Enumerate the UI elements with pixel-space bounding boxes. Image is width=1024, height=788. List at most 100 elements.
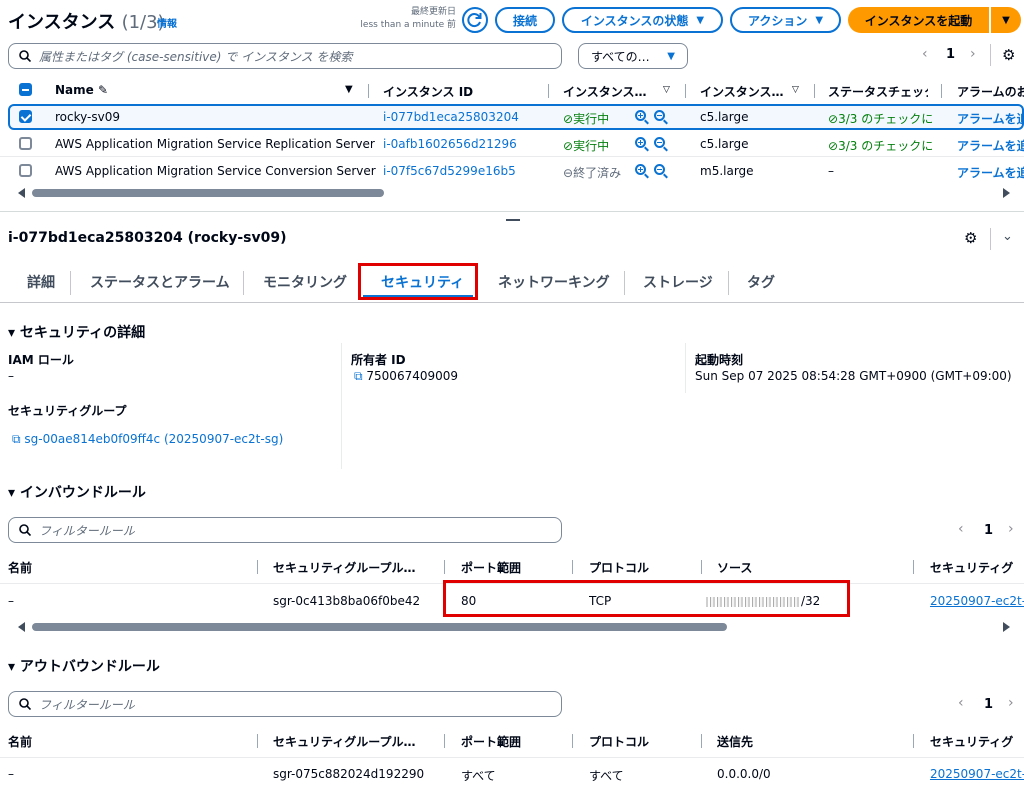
tab-monitoring[interactable]: モニタリング [263,272,347,292]
zoom-in-icon[interactable] [635,137,646,148]
actions-label: アクション [747,13,808,28]
tab-status-alarms[interactable]: ステータスとアラーム [90,272,230,292]
rule-sg-link[interactable]: 20250907-ec2t- [930,767,1024,781]
row-checkbox[interactable] [19,110,32,123]
minus-circle-icon: ⊖ [563,166,574,180]
instance-search-input[interactable]: 属性またはタグ (case-sensitive) で インスタンス を検索 [8,43,562,69]
prev-page-icon[interactable]: ‹ [958,521,964,537]
next-page-icon[interactable]: › [1008,695,1014,711]
scroll-left-icon[interactable] [18,188,25,198]
outbound-filter-input[interactable]: フィルタールール [8,691,562,717]
col-port[interactable]: ポート範囲 [461,733,521,750]
instance-state-button[interactable]: インスタンスの状態 ▼ [562,7,723,33]
row-state: ⊖終了済み [563,166,622,180]
tab-details[interactable]: 詳細 [27,272,55,292]
page-number[interactable]: 1 [946,47,955,62]
scroll-right-icon[interactable] [1003,622,1010,632]
prev-page-icon[interactable]: ‹ [922,46,928,62]
col-sg[interactable]: セキュリティグ [930,559,1024,576]
next-page-icon[interactable]: › [970,46,976,62]
next-page-icon[interactable]: › [1008,521,1014,537]
security-details-heading[interactable]: ▾ セキュリティの詳細 [8,322,145,342]
tab-networking[interactable]: ネットワーキング [498,272,610,292]
caret-down-icon: ▼ [815,14,824,26]
tab-tags[interactable]: タグ [747,272,775,292]
col-instance-type[interactable]: インスタンス… [700,83,784,100]
connect-button[interactable]: 接続 [495,7,555,33]
outbound-rules-heading[interactable]: ▾ アウトバウンドルール [8,656,160,676]
zoom-in-icon[interactable] [635,110,646,121]
rule-sg-link[interactable]: 20250907-ec2t- [930,594,1024,608]
page-number[interactable]: 1 [984,523,993,538]
zoom-out-icon[interactable] [654,110,665,121]
horizontal-scrollbar[interactable] [32,189,384,197]
row-checkbox[interactable] [19,137,32,150]
gear-icon[interactable]: ⚙ [1002,46,1015,64]
sort-caret-icon[interactable]: ▼ [345,84,353,95]
copy-icon[interactable]: ⧉ [354,369,363,383]
col-alarm[interactable]: アラームのお [957,83,1024,100]
sort-caret-icon[interactable]: ▽ [663,85,670,95]
detail-title: i-077bd1eca25803204 (rocky-sv09) [8,230,287,246]
refresh-icon [467,13,482,28]
inbound-rules-heading[interactable]: ▾ インバウンドルール [8,482,146,502]
row-check: – [828,164,834,178]
actions-button[interactable]: アクション ▼ [730,7,841,33]
launch-dropdown-button[interactable]: ▼ [991,7,1021,33]
chevron-down-icon[interactable]: ⌄ [1002,229,1013,244]
col-rule-id[interactable]: セキュリティグループル… [273,733,416,750]
last-updated: 最終更新日 less than a minute 前 [340,6,456,32]
zoom-out-icon[interactable] [654,137,665,148]
row-checkbox[interactable] [19,164,32,177]
filter-placeholder: フィルタールール [39,697,135,712]
col-name[interactable]: 名前 [8,559,32,576]
inbound-filter-input[interactable]: フィルタールール [8,517,562,543]
col-protocol[interactable]: プロトコル [589,733,649,750]
split-handle[interactable] [506,219,520,221]
scroll-right-icon[interactable] [1003,188,1010,198]
zoom-out-icon[interactable] [654,164,665,175]
row-instance-id[interactable]: i-0afb1602656d21296 [383,137,517,151]
col-sep [444,560,445,574]
iam-role-label: IAM ロール [8,353,74,367]
sort-caret-icon[interactable]: ▽ [792,85,799,95]
divider [990,44,991,66]
col-sep [701,734,702,748]
rule-name: – [8,594,14,608]
col-name[interactable]: Name ✎ [55,83,108,97]
refresh-button[interactable] [462,7,488,33]
launch-button[interactable]: インスタンスを起動 [848,7,989,33]
col-source[interactable]: ソース [717,559,752,576]
info-link[interactable]: 情報 [157,15,177,30]
row-alarm-link[interactable]: アラームを追 [957,137,1024,154]
tab-storage[interactable]: ストレージ [643,272,713,292]
gear-icon[interactable]: ⚙ [964,229,977,247]
row-instance-id[interactable]: i-077bd1eca25803204 [383,110,519,124]
col-protocol[interactable]: プロトコル [589,559,649,576]
col-status-check[interactable]: ステータスチェック [828,83,928,100]
col-port[interactable]: ポート範囲 [461,559,521,576]
filter-select[interactable]: すべての… ▼ [578,43,688,69]
page-number[interactable]: 1 [984,697,993,712]
row-alarm-link[interactable]: アラームを追 [957,164,1024,181]
col-sg[interactable]: セキュリティグ [930,733,1024,750]
col-name[interactable]: 名前 [8,733,32,750]
divider [990,228,991,250]
scroll-left-icon[interactable] [18,622,25,632]
caret-down-icon: ▼ [667,50,675,62]
row-instance-id[interactable]: i-07f5c67d5299e16b5 [383,164,516,178]
col-rule-id[interactable]: セキュリティグループル… [273,559,416,576]
horizontal-scrollbar[interactable] [32,623,727,631]
connect-label: 接続 [512,13,537,28]
row-alarm-link[interactable]: アラームを追 [957,110,1024,127]
select-all-checkbox[interactable] [19,83,32,96]
security-group-link[interactable]: ⧉ sg-00ae814eb0f09ff4c (20250907-ec2t-sg… [12,432,283,447]
col-instance-state[interactable]: インスタンス… [563,83,647,100]
copy-icon[interactable]: ⧉ [12,432,21,446]
col-sep [913,734,914,748]
col-destination[interactable]: 送信先 [717,733,753,750]
zoom-in-icon[interactable] [635,164,646,175]
col-instance-id[interactable]: インスタンス ID [383,83,473,100]
row-name: AWS Application Migration Service Replic… [55,137,375,151]
prev-page-icon[interactable]: ‹ [958,695,964,711]
